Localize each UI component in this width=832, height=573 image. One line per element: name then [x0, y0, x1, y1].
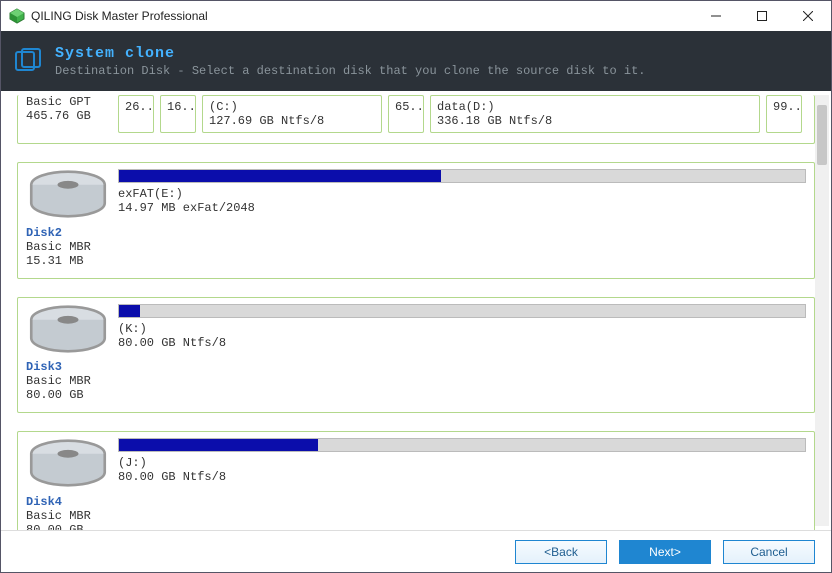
footer: <Back Next> Cancel — [1, 530, 831, 572]
disk-type: Basic MBR — [26, 374, 110, 388]
back-button[interactable]: <Back — [515, 540, 607, 564]
close-button[interactable] — [785, 1, 831, 31]
app-window: QILING Disk Master Professional System c… — [0, 0, 832, 573]
partition-info: 80.00 GB Ntfs/8 — [118, 336, 806, 350]
cancel-button[interactable]: Cancel — [723, 540, 815, 564]
titlebar: QILING Disk Master Professional — [1, 1, 831, 31]
disk-icon — [26, 346, 110, 360]
disk-icon — [26, 481, 110, 495]
usage-bar — [118, 438, 806, 452]
page-subtitle: Destination Disk - Select a destination … — [55, 64, 646, 78]
partition-label: (K:) — [118, 322, 806, 336]
page-header: System clone Destination Disk - Select a… — [1, 31, 831, 91]
partition-box[interactable]: data(D:) 336.18 GB Ntfs/8 — [430, 95, 760, 133]
window-title: QILING Disk Master Professional — [31, 9, 693, 23]
partition-info: 14.97 MB exFat/2048 — [118, 201, 806, 215]
partition-label: data(D:) — [437, 100, 753, 114]
clone-icon — [15, 48, 41, 74]
usage-bar — [118, 169, 806, 183]
page-title: System clone — [55, 45, 646, 62]
disk-row[interactable]: Disk2 Basic MBR 15.31 MB exFAT(E:) 14.97… — [17, 162, 815, 279]
scrollbar-thumb[interactable] — [817, 105, 827, 165]
disk-row[interactable]: Disk4 Basic MBR 80.00 GB (J:) 80.00 GB N… — [17, 431, 815, 530]
disk-row[interactable]: Disk3 Basic MBR 80.00 GB (K:) 80.00 GB N… — [17, 297, 815, 414]
disk-name: Disk4 — [26, 495, 62, 509]
disk-row[interactable]: Basic GPT 465.76 GB 26... 16... (C:) 127… — [17, 95, 815, 144]
vertical-scrollbar[interactable] — [815, 95, 829, 526]
disk-name: Disk2 — [26, 226, 62, 240]
disk-name: Disk3 — [26, 360, 62, 374]
next-button[interactable]: Next> — [619, 540, 711, 564]
usage-bar — [118, 304, 806, 318]
partition-label: (J:) — [118, 456, 806, 470]
partition-box[interactable]: 16... — [160, 95, 196, 133]
partition-box[interactable]: 26... — [118, 95, 154, 133]
disk-size: 15.31 MB — [26, 254, 110, 268]
partition-info: 80.00 GB Ntfs/8 — [118, 470, 806, 484]
disk-list: Basic GPT 465.76 GB 26... 16... (C:) 127… — [1, 91, 831, 530]
partition-box[interactable]: 99... — [766, 95, 802, 133]
app-logo-icon — [9, 8, 25, 24]
minimize-button[interactable] — [693, 1, 739, 31]
maximize-button[interactable] — [739, 1, 785, 31]
partition-info: 336.18 GB Ntfs/8 — [437, 114, 753, 128]
disk-type: Basic MBR — [26, 509, 110, 523]
disk-type: Basic MBR — [26, 240, 110, 254]
disk-size: 80.00 GB — [26, 523, 110, 531]
disk-type: Basic GPT — [26, 95, 110, 109]
partition-box[interactable]: 65... — [388, 95, 424, 133]
partition-label: (C:) — [209, 100, 375, 114]
partition-label: exFAT(E:) — [118, 187, 806, 201]
disk-size: 465.76 GB — [26, 109, 110, 123]
partition-info: 127.69 GB Ntfs/8 — [209, 114, 375, 128]
disk-icon — [26, 212, 110, 226]
partition-box[interactable]: (C:) 127.69 GB Ntfs/8 — [202, 95, 382, 133]
disk-size: 80.00 GB — [26, 388, 110, 402]
